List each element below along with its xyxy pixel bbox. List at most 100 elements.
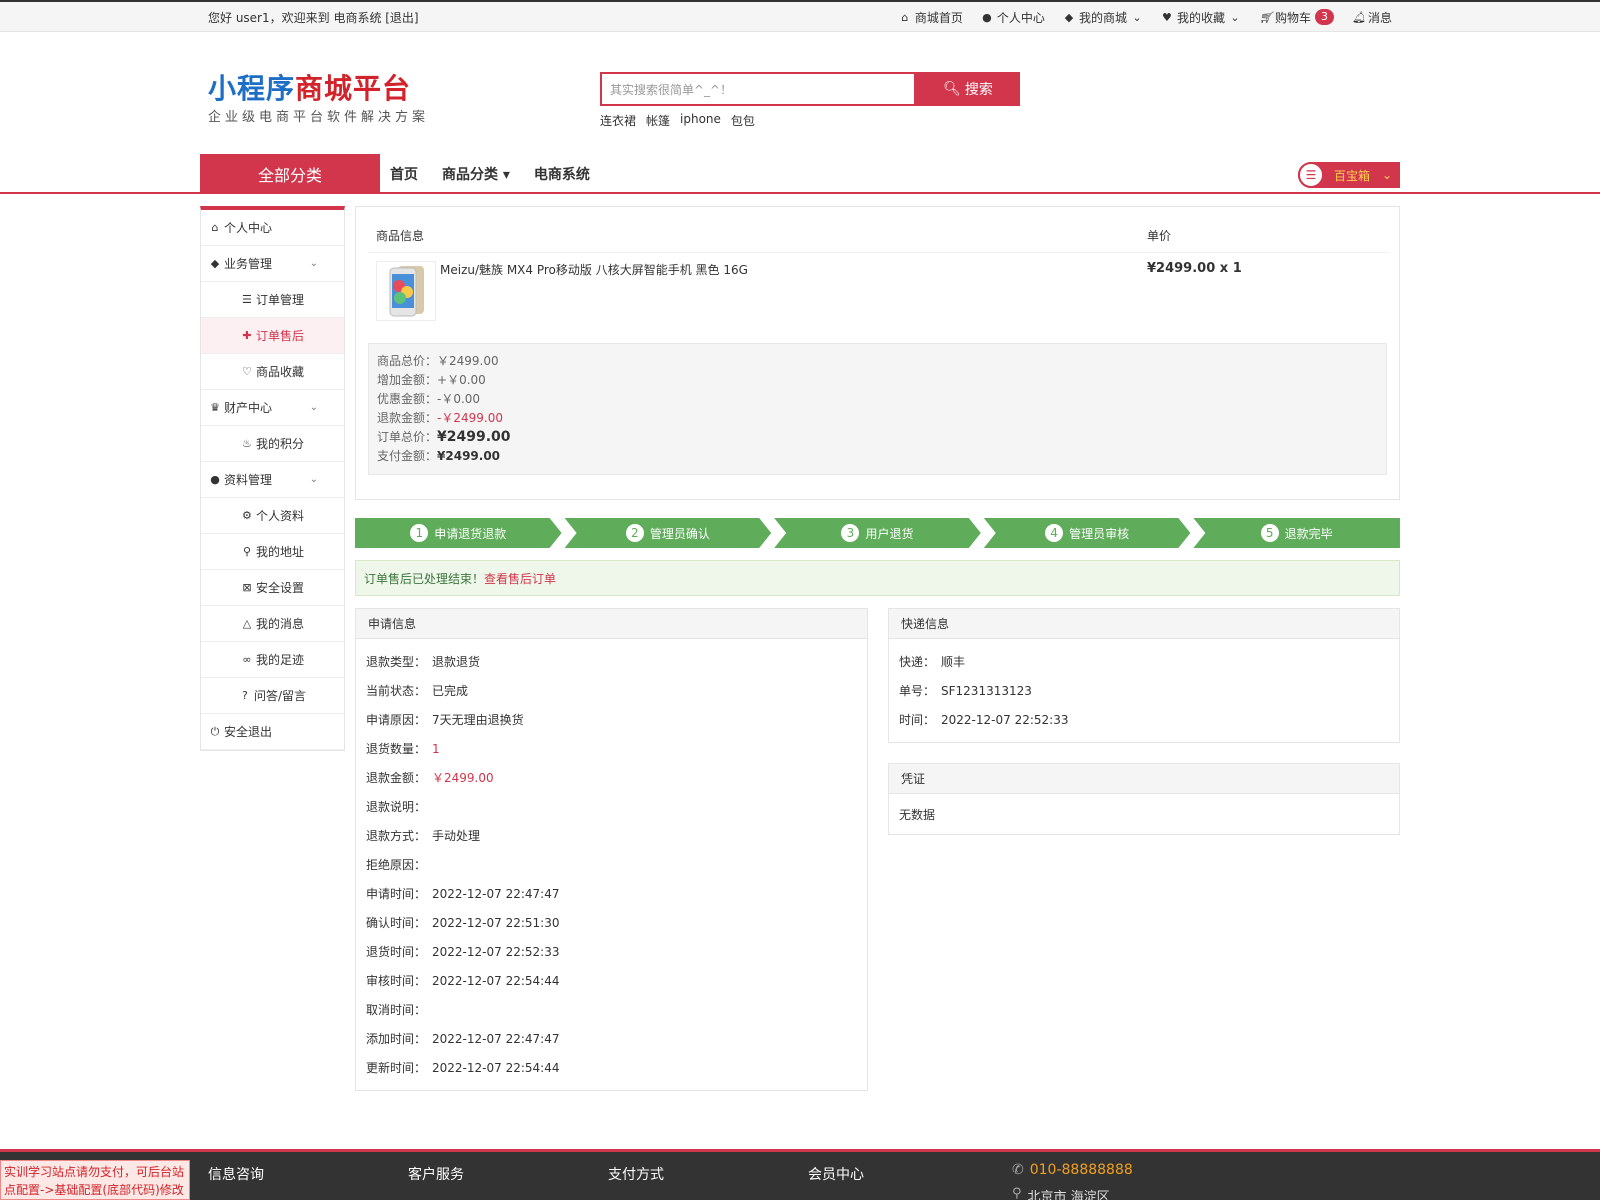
sidebar-item[interactable]: ⏻ 安全退出 — [201, 714, 344, 750]
express-info-title: 快递信息 — [889, 609, 1399, 639]
nav-link-categories[interactable]: 商品分类 ▾ — [442, 164, 510, 184]
express-row: 单号： SF1231313123 — [899, 683, 1032, 699]
apply-row: 审核时间： 2022-12-07 22:54:44 — [366, 973, 560, 989]
sidebar-item-label: 商品收藏 — [255, 365, 304, 379]
cart-count-badge: 3 — [1314, 9, 1334, 25]
sidebar-item[interactable]: ♨ 我的积分 — [201, 426, 344, 462]
product-price: ¥2499.00 x 1 — [1147, 261, 1242, 276]
logo-tagline: 企业级电商平台软件解决方案 — [208, 110, 430, 125]
sidebar-item[interactable]: ⌂ 个人中心 — [201, 210, 344, 246]
gear-icon: ⚙ — [242, 509, 252, 522]
sidebar-item[interactable]: ♛ 财产中心 ⌄ — [201, 390, 344, 426]
nav-link-home[interactable]: 首页 — [390, 164, 418, 184]
top-link-fav[interactable]: ♥ 我的收藏 ⌄ — [1161, 9, 1241, 26]
caret-down-icon: ▾ — [502, 167, 510, 183]
summary-order-total: 订单总价：¥2499.00 — [377, 429, 511, 445]
search-icon: 🔍︎ — [943, 81, 961, 97]
content-area: 商品信息 单价 Meizu/魅族 MX4 Pro移动版 八核大屏智能手机 黑色 … — [355, 206, 1400, 1091]
apply-row: 取消时间： — [366, 1003, 427, 1017]
top-link-myshop[interactable]: ◆ 我的商城 ⌄ — [1063, 9, 1143, 26]
sidebar-item-label: 资料管理 — [224, 473, 273, 487]
cube-icon: ◆ — [210, 257, 220, 270]
footer-col-info: 信息咨询 — [208, 1167, 264, 1183]
footer-col-member: 会员中心 — [808, 1167, 864, 1183]
top-links: ⌂ 商城首页 ● 个人中心 ◆ 我的商城 ⌄ ♥ 我的收藏 ⌄ 🛒︎ 购物车 3 🔔︎ 消息 — [899, 9, 1392, 26]
apply-row: 退款说明： — [366, 800, 427, 814]
sidebar-item[interactable]: ? 问答/留言 — [201, 678, 344, 714]
sidebar-item-label: 我的消息 — [255, 617, 304, 631]
nav-link-ecommerce[interactable]: 电商系统 — [534, 164, 590, 184]
apply-row: 拒绝原因： — [366, 858, 427, 872]
phone-image-icon — [389, 266, 424, 317]
summary-paid: 支付金额：¥2499.00 — [377, 449, 501, 463]
chevron-down-icon: ⌄ — [1382, 168, 1393, 182]
sidebar-item[interactable]: ⚲ 我的地址 — [201, 534, 344, 570]
search-input[interactable]: 其实搜索很简单^_^！ — [600, 72, 916, 106]
main-nav-bar: 全部分类 首页 商品分类 ▾ 电商系统 ☰ 百宝箱 ⌄ — [0, 154, 1600, 194]
hotword-link[interactable]: 帐篷 — [646, 112, 670, 129]
express-info-panel: 快递信息 快递： 顺丰 单号： SF1231313123 时间： 2022-12-07 2… — [888, 608, 1400, 743]
step-3: 3 用户退货 — [774, 518, 981, 548]
sidebar-item[interactable]: ☰ 订单管理 — [201, 282, 344, 318]
voucher-title: 凭证 — [889, 764, 1399, 794]
order-summary: 商品总价：￥2499.00 增加金额：+￥0.00 优惠金额：-￥0.00 退款… — [368, 343, 1387, 475]
sidebar-item-label: 我的足迹 — [255, 653, 304, 667]
cube-icon: ◆ — [1064, 10, 1074, 24]
apply-row: 更新时间： 2022-12-07 22:54:44 — [366, 1060, 560, 1076]
sidebar-item-label: 业务管理 — [224, 257, 273, 271]
sidebar-item[interactable]: △ 我的消息 — [201, 606, 344, 642]
summary-discount: 优惠金额：-￥0.00 — [377, 392, 481, 406]
sidebar-item[interactable]: ⚙ 个人资料 — [201, 498, 344, 534]
product-title[interactable]: Meizu/魅族 MX4 Pro移动版 八核大屏智能手机 黑色 16G — [440, 261, 1147, 333]
top-link-cart[interactable]: 🛒︎ 购物车 3 — [1259, 9, 1334, 26]
sidebar-item[interactable]: ♡ 商品收藏 — [201, 354, 344, 390]
sidebar-item-label: 订单管理 — [255, 293, 304, 307]
top-bar: 您好 user1，欢迎来到 电商系统 [退出] ⌂ 商城首页 ● 个人中心 ◆ 我的商… — [0, 0, 1600, 32]
apply-row: 退款金额： ￥2499.00 — [366, 771, 494, 785]
sidebar-item[interactable]: ✚ 订单售后 — [201, 318, 344, 354]
search-button[interactable]: 🔍︎ 搜索 — [916, 72, 1020, 106]
chevron-down-icon: ⌄ — [1132, 10, 1142, 24]
footer-phone: ✆ 010-88888888 — [1012, 1162, 1133, 1178]
sidebar-item-label: 我的地址 — [255, 545, 304, 559]
cart-icon: 🛒︎ — [1258, 10, 1273, 24]
order-item-row: Meizu/魅族 MX4 Pro移动版 八核大屏智能手机 黑色 16G ¥249… — [368, 253, 1387, 333]
site-footer: 信息咨询 客户服务 支付方式 会员中心 ✆ 010-88888888 ⚲ 北京市 海… — [0, 1149, 1600, 1200]
sidebar-item[interactable]: ● 资料管理 ⌄ — [201, 462, 344, 498]
top-link-home[interactable]: ⌂ 商城首页 — [899, 9, 963, 26]
sidebar-item[interactable]: ⊠ 安全设置 — [201, 570, 344, 606]
hotword-link[interactable]: 连衣裙 — [600, 112, 636, 129]
apply-row: 添加时间： 2022-12-07 22:47:47 — [366, 1031, 560, 1047]
hot-keywords: 连衣裙 帐篷 iphone 包包 — [600, 112, 755, 129]
heart-icon: ♡ — [242, 365, 252, 378]
view-aftersale-link[interactable]: 查看售后订单 — [484, 570, 556, 587]
sidebar-item[interactable]: ◆ 业务管理 ⌄ — [201, 246, 344, 282]
all-categories-button[interactable]: 全部分类 — [200, 154, 380, 194]
location-icon: ⚲ — [1012, 1186, 1022, 1200]
summary-goods-total: 商品总价：￥2499.00 — [377, 354, 499, 368]
treasure-box-button[interactable]: ☰ 百宝箱 ⌄ — [1298, 162, 1400, 188]
sliders-icon: ☰ — [1298, 162, 1324, 188]
location-icon: ⚲ — [242, 545, 252, 558]
apply-row: 退货数量： 1 — [366, 741, 440, 757]
apply-row: 申请原因： 7天无理由退换货 — [366, 713, 524, 727]
apply-row: 申请时间： 2022-12-07 22:47:47 — [366, 886, 560, 902]
chevron-down-icon: ⌄ — [309, 402, 318, 413]
footer-col-service: 客户服务 — [408, 1167, 464, 1183]
order-header: 商品信息 单价 — [368, 219, 1387, 253]
product-thumbnail[interactable] — [376, 261, 436, 321]
apply-row: 退货时间： 2022-12-07 22:52:33 — [366, 944, 560, 960]
hotword-link[interactable]: 包包 — [731, 112, 755, 129]
top-link-msg[interactable]: 🔔︎ 消息 — [1352, 9, 1392, 26]
site-logo[interactable]: 小程序商城平台 企业级电商平台软件解决方案 — [208, 72, 429, 125]
sidebar-item-label: 安全设置 — [255, 581, 304, 595]
sidebar-item-label: 问答/留言 — [253, 689, 307, 703]
footer-col-payment: 支付方式 — [608, 1167, 664, 1183]
dev-notice: 实训学习站点请勿支付，可后台站点配置->基础配置(底部代码)修改 — [0, 1160, 190, 1200]
top-link-ucenter[interactable]: ● 个人中心 — [981, 9, 1045, 26]
refund-steps: 1 申请退货退款 2 管理员确认 3 用户退货 4 管理员审核 5 退款完毕 — [355, 518, 1400, 548]
footer-address: ⚲ 北京市 海淀区 — [1012, 1186, 1110, 1200]
hotword-link[interactable]: iphone — [680, 112, 721, 129]
lock-icon: ⊠ — [242, 581, 252, 594]
sidebar-item[interactable]: ∞ 我的足迹 — [201, 642, 344, 678]
